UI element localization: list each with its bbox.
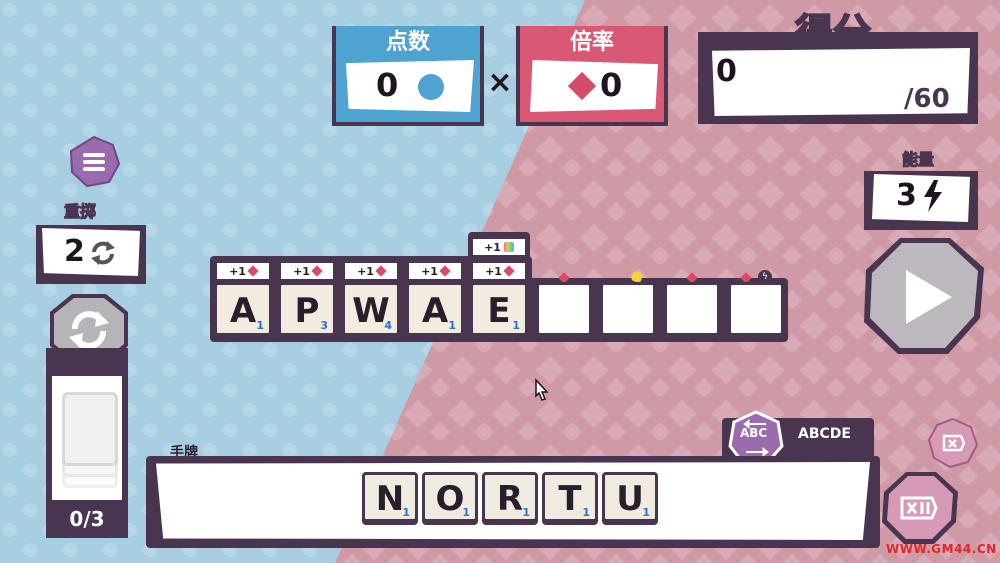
board-tile[interactable]: E 1	[470, 282, 528, 336]
tile-value: 1	[402, 506, 410, 519]
multiplier-panel: 倍率 0	[516, 26, 668, 126]
menu-icon	[83, 153, 105, 171]
tile-value: 4	[384, 319, 392, 332]
refresh-icon	[91, 241, 115, 265]
play-button[interactable]	[860, 236, 986, 358]
points-panel: 点数 0	[332, 26, 484, 126]
bonus-badge-extra: +1	[470, 236, 528, 258]
bonus-text: +1	[484, 240, 501, 254]
sort-label: ABCDE	[798, 426, 851, 442]
empty-slot[interactable]	[536, 282, 592, 336]
tile-value: 1	[448, 319, 456, 332]
empty-slot[interactable]	[600, 282, 656, 336]
diamond-icon	[503, 265, 515, 277]
bonus-text: +1	[293, 264, 310, 278]
tile-value: 1	[512, 319, 520, 332]
menu-button[interactable]	[68, 136, 120, 188]
watermark: WWW.GM44.CN	[886, 542, 997, 556]
multiplier-value: 0	[600, 66, 623, 104]
empty-slot[interactable]	[728, 282, 784, 336]
points-value: 0	[376, 66, 399, 104]
tile-value: 1	[256, 319, 264, 332]
delete-button[interactable]	[928, 418, 978, 468]
tile-value: 1	[462, 506, 470, 519]
score-label: 得分	[794, 10, 872, 56]
board-tile[interactable]: A 1	[214, 282, 272, 336]
times-sign: ×	[487, 64, 513, 100]
tile-value: 1	[522, 506, 530, 519]
energy-label: 能量	[901, 150, 935, 170]
multiplier-label: 倍率	[569, 30, 614, 55]
hand-tile[interactable]: O 1	[422, 472, 478, 522]
bonus-text: +1	[357, 264, 374, 278]
board-tile[interactable]: A 1	[406, 282, 464, 336]
energy-box	[872, 174, 970, 222]
tile-value: 3	[320, 319, 328, 332]
rainbow-icon	[503, 242, 514, 252]
bonus-badge: +1	[470, 260, 528, 282]
hand-tile[interactable]: R 1	[482, 472, 538, 522]
tile-value: 1	[582, 506, 590, 519]
bonus-badge: +1	[278, 260, 336, 282]
bonus-text: +1	[421, 264, 438, 278]
points-dot-icon	[418, 74, 444, 100]
deck-card-stack[interactable]	[60, 392, 118, 490]
cursor-icon	[535, 378, 549, 401]
lightning-icon	[924, 180, 942, 212]
bonus-badge: +1	[214, 260, 272, 282]
diamond-icon	[375, 265, 387, 277]
bonus-badge: +1	[342, 260, 400, 282]
reroll-value: 2	[64, 234, 85, 269]
bonus-text: +1	[485, 264, 502, 278]
score-target: /60	[904, 84, 950, 114]
points-label: 点数	[385, 30, 430, 55]
deck-count: 0/3	[69, 507, 105, 531]
points-box	[346, 60, 474, 112]
score-value: 0	[716, 54, 737, 89]
hand-tile[interactable]: N 1	[362, 472, 418, 522]
reroll-label: 重掷	[63, 202, 97, 222]
board-tile[interactable]: P 3	[278, 282, 336, 336]
tile-value: 1	[642, 506, 650, 519]
hand-tile[interactable]: U 1	[602, 472, 658, 522]
empty-slot[interactable]	[664, 282, 720, 336]
diamond-icon	[311, 265, 323, 277]
bonus-text: +1	[229, 264, 246, 278]
hand-tile[interactable]: T 1	[542, 472, 598, 522]
diamond-icon	[247, 265, 259, 277]
bonus-badge: +1	[406, 260, 464, 282]
board-tile[interactable]: W 4	[342, 282, 400, 336]
sort-icon-label: ABC	[740, 426, 768, 440]
delete-all-button[interactable]	[880, 470, 960, 546]
energy-value: 3	[896, 178, 917, 213]
diamond-icon	[439, 265, 451, 277]
